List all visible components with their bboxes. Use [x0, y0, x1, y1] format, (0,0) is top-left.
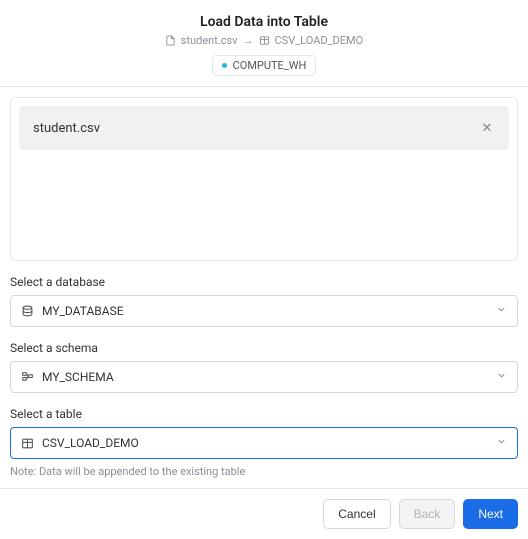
- schema-icon: [21, 371, 34, 384]
- table-select-value: CSV_LOAD_DEMO: [42, 436, 139, 450]
- table-icon: [259, 35, 270, 46]
- status-dot-icon: [222, 63, 227, 68]
- next-button[interactable]: Next: [463, 499, 518, 529]
- schema-select[interactable]: MY_SCHEMA: [10, 361, 518, 393]
- compute-warehouse-label: COMPUTE_WH: [233, 59, 307, 72]
- field-table-label: Select a table: [10, 407, 518, 421]
- field-database: Select a database MY_DATABASE: [10, 275, 518, 327]
- remove-file-button[interactable]: ✕: [479, 120, 495, 136]
- table-icon: [21, 437, 34, 450]
- field-table: Select a table CSV_LOAD_DEMO Note: Data …: [10, 407, 518, 478]
- schema-select-value: MY_SCHEMA: [42, 370, 114, 384]
- table-select[interactable]: CSV_LOAD_DEMO: [10, 427, 518, 459]
- database-select[interactable]: MY_DATABASE: [10, 295, 518, 327]
- database-icon: [21, 305, 34, 318]
- field-schema-label: Select a schema: [10, 341, 518, 355]
- file-chip-name: student.csv: [33, 121, 100, 136]
- back-button[interactable]: Back: [399, 499, 456, 529]
- arrow-right-icon: →: [243, 34, 254, 47]
- close-icon: ✕: [482, 122, 493, 135]
- breadcrumb-target: CSV_LOAD_DEMO: [275, 34, 364, 47]
- dialog-title: Load Data into Table: [10, 14, 518, 30]
- cancel-button[interactable]: Cancel: [323, 499, 390, 529]
- chevron-down-icon: [496, 304, 507, 318]
- breadcrumb-source: student.csv: [181, 34, 238, 47]
- breadcrumb: student.csv → CSV_LOAD_DEMO: [10, 34, 518, 47]
- file-drop-panel: student.csv ✕: [10, 97, 518, 261]
- field-database-label: Select a database: [10, 275, 518, 289]
- file-chip: student.csv ✕: [19, 106, 509, 150]
- field-schema: Select a schema MY_SCHEMA: [10, 341, 518, 393]
- table-append-note: Note: Data will be appended to the exist…: [10, 465, 518, 478]
- dialog-body: student.csv ✕ Select a database MY_DATAB…: [0, 87, 528, 488]
- compute-warehouse-badge[interactable]: COMPUTE_WH: [212, 55, 317, 76]
- dialog-footer: Cancel Back Next: [0, 488, 528, 539]
- chevron-down-icon: [496, 436, 507, 450]
- database-select-value: MY_DATABASE: [42, 304, 124, 318]
- file-icon: [165, 35, 176, 46]
- dialog-header: Load Data into Table student.csv → CSV_L…: [0, 0, 528, 87]
- chevron-down-icon: [496, 370, 507, 384]
